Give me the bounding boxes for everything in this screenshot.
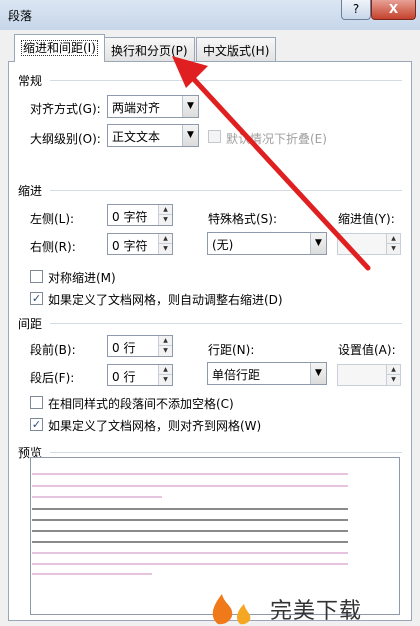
outline-level-select[interactable]: 正文文本 ▼ xyxy=(107,124,199,147)
preview-line xyxy=(32,473,348,475)
help-button[interactable]: ? xyxy=(341,0,371,20)
collapse-label: 默认情况下折叠(E) xyxy=(226,132,327,146)
spin-up-icon[interactable]: ▲ xyxy=(159,336,172,346)
title-bar: 段落 ? X xyxy=(0,0,420,30)
spin-down-icon[interactable]: ▼ xyxy=(159,215,172,225)
line-spacing-at-input[interactable]: ▲ ▼ xyxy=(337,364,401,386)
line-spacing-value: 单倍行距 xyxy=(212,368,261,382)
auto-adjust-label: 如果定义了文档网格，则自动调整右缩进(D) xyxy=(48,293,283,307)
chevron-down-icon[interactable]: ▼ xyxy=(182,125,198,146)
auto-adjust-checkbox[interactable]: ✓ xyxy=(30,292,43,305)
outline-level-label: 大纲级别(O): xyxy=(30,132,101,146)
alignment-value: 两端对齐 xyxy=(112,101,161,115)
spin-down-icon[interactable]: ▼ xyxy=(159,375,172,385)
window-title: 段落 xyxy=(8,9,33,23)
spin-up-icon[interactable]: ▲ xyxy=(159,234,172,244)
space-after-label: 段后(F): xyxy=(30,371,75,385)
divider xyxy=(50,190,402,191)
right-indent-input[interactable]: 0 字符 ▲ ▼ xyxy=(107,233,173,255)
line-spacing-label: 行距(N): xyxy=(208,343,255,357)
chevron-down-icon[interactable]: ▼ xyxy=(310,363,326,384)
space-before-value: 0 行 xyxy=(112,341,136,355)
divider xyxy=(50,80,402,81)
no-space-same-style-label: 在相同样式的段落间不添加空格(C) xyxy=(48,397,234,411)
preview-line xyxy=(32,508,348,510)
spin-down-icon[interactable]: ▼ xyxy=(159,346,172,356)
special-indent-select[interactable]: (无) ▼ xyxy=(207,232,327,255)
spin-up-icon[interactable]: ▲ xyxy=(387,234,400,244)
special-indent-value: (无) xyxy=(212,238,234,252)
close-button[interactable]: X xyxy=(371,0,416,20)
mirror-indents-label: 对称缩进(M) xyxy=(48,271,116,285)
line-spacing-at-label: 设置值(A): xyxy=(338,343,396,357)
preview-line xyxy=(32,496,162,498)
spin-up-icon[interactable]: ▲ xyxy=(159,205,172,215)
divider xyxy=(50,323,402,324)
left-indent-value: 0 字符 xyxy=(112,210,148,224)
spin-up-icon[interactable]: ▲ xyxy=(387,365,400,375)
indent-by-label: 缩进值(Y): xyxy=(338,212,395,226)
special-indent-label: 特殊格式(S): xyxy=(208,212,278,226)
preview-line xyxy=(32,541,348,543)
spin-down-icon[interactable]: ▼ xyxy=(387,244,400,254)
spin-up-icon[interactable]: ▲ xyxy=(159,365,172,375)
preview-line xyxy=(32,573,152,575)
tab-indents-and-spacing[interactable]: 缩进和间距(I) xyxy=(14,34,105,62)
spin-down-icon[interactable]: ▼ xyxy=(387,375,400,385)
space-before-label: 段前(B): xyxy=(30,343,76,357)
divider xyxy=(50,452,402,453)
preview-line xyxy=(32,519,348,521)
space-after-value: 0 行 xyxy=(112,370,136,384)
chevron-down-icon[interactable]: ▼ xyxy=(310,233,326,254)
watermark-text: 完美下载 xyxy=(270,599,363,624)
tab-label: 缩进和间距(I) xyxy=(21,40,98,56)
spin-down-icon[interactable]: ▼ xyxy=(159,244,172,254)
outline-level-value: 正文文本 xyxy=(112,130,161,144)
indent-by-input[interactable]: ▲ ▼ xyxy=(337,233,401,255)
spacing-heading: 间距 xyxy=(18,317,43,331)
preview-line xyxy=(32,563,348,565)
mirror-indents-checkbox[interactable] xyxy=(30,270,43,283)
preview-line xyxy=(32,530,348,532)
general-heading: 常规 xyxy=(18,74,43,88)
tab-line-and-page-breaks[interactable]: 换行和分页(P) xyxy=(104,37,195,61)
alignment-select[interactable]: 两端对齐 ▼ xyxy=(107,95,199,118)
no-space-same-style-checkbox[interactable] xyxy=(30,396,43,409)
right-indent-value: 0 字符 xyxy=(112,239,148,253)
preview-line xyxy=(32,552,348,554)
snap-to-grid-checkbox[interactable]: ✓ xyxy=(30,418,43,431)
indentation-heading: 缩进 xyxy=(18,184,43,198)
alignment-label: 对齐方式(G): xyxy=(30,102,101,116)
tab-asian-typography[interactable]: 中文版式(H) xyxy=(196,37,277,61)
chevron-down-icon[interactable]: ▼ xyxy=(182,96,198,117)
line-spacing-select[interactable]: 单倍行距 ▼ xyxy=(207,362,327,385)
preview-line xyxy=(32,485,348,487)
space-after-input[interactable]: 0 行 ▲ ▼ xyxy=(107,364,173,386)
right-indent-label: 右侧(R): xyxy=(30,240,76,254)
left-indent-label: 左侧(L): xyxy=(30,212,75,226)
snap-to-grid-label: 如果定义了文档网格，则对齐到网格(W) xyxy=(48,419,262,433)
left-indent-input[interactable]: 0 字符 ▲ ▼ xyxy=(107,204,173,226)
collapse-checkbox[interactable] xyxy=(208,130,221,143)
space-before-input[interactable]: 0 行 ▲ ▼ xyxy=(107,335,173,357)
